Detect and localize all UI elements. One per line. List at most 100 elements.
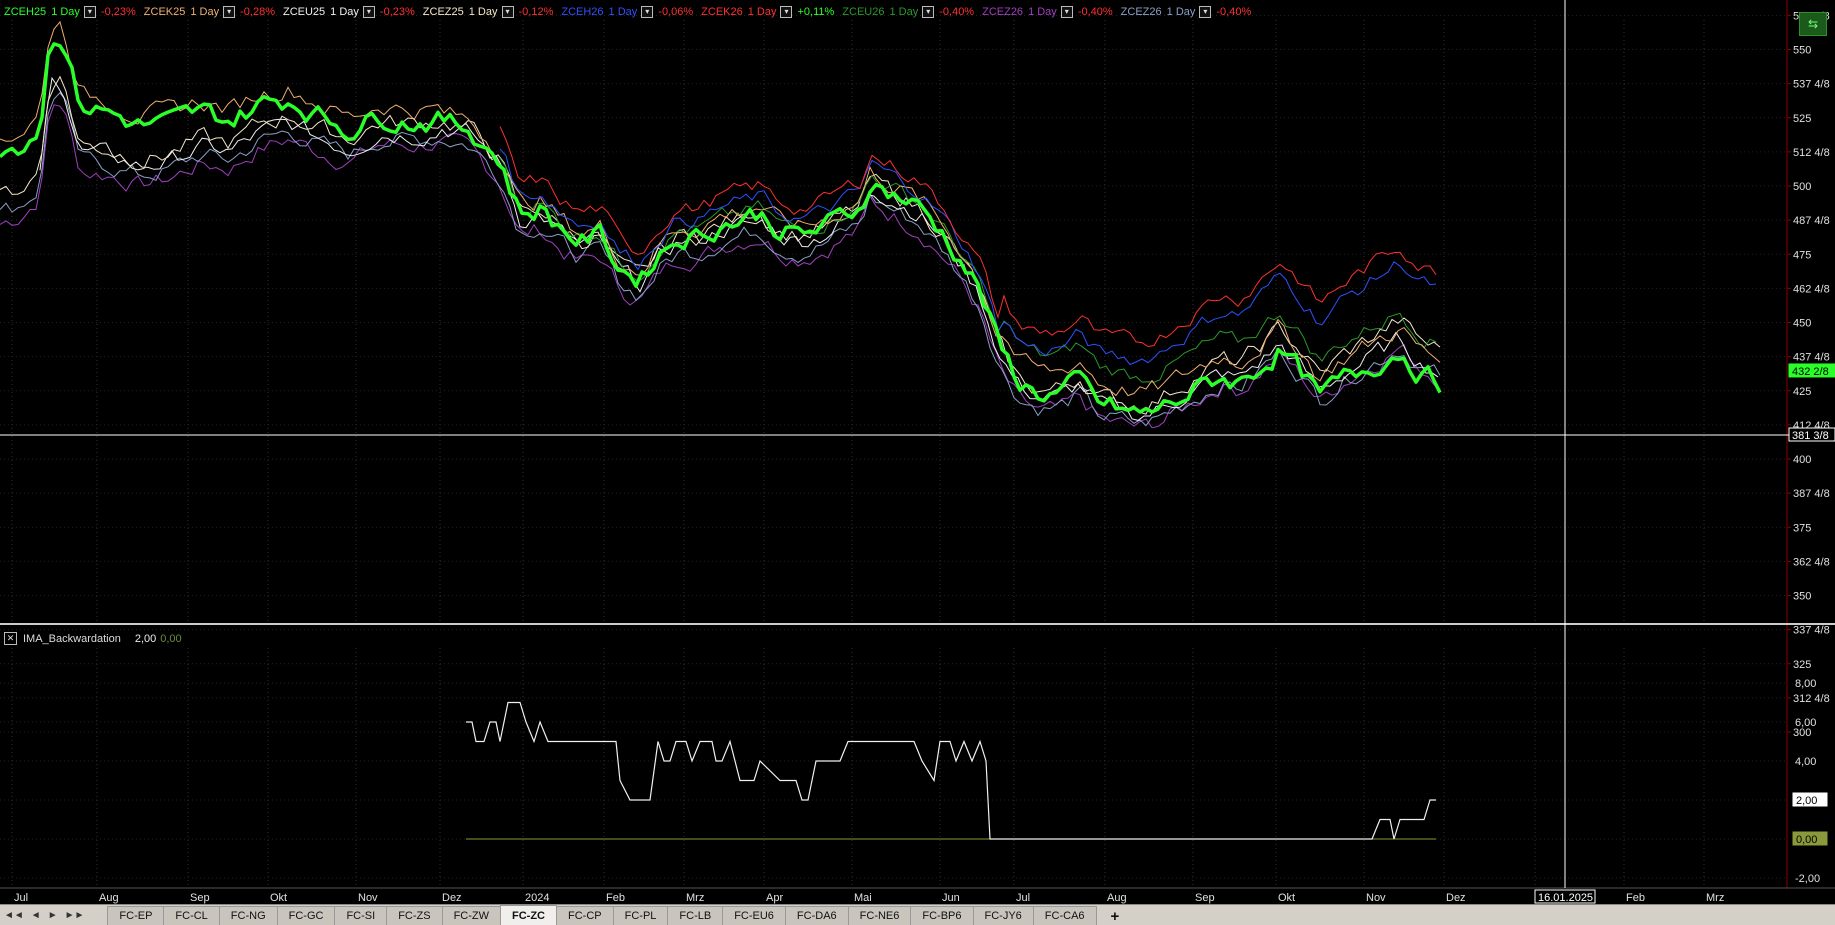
legend-item: ZCEZ26 1 Day ▾ -0,40% xyxy=(982,6,1113,18)
legend-item: ZCEK25 1 Day ▾ -0,28% xyxy=(144,6,275,18)
time-axis-label: Sep xyxy=(1195,892,1215,904)
legend-change: -0,12% xyxy=(518,6,554,18)
legend-item: ZCEZ25 1 Day ▾ -0,12% xyxy=(422,6,554,18)
price-axis-label: 450 xyxy=(1793,318,1811,330)
legend-change: -0,06% xyxy=(658,6,694,18)
price-axis-label: 400 xyxy=(1793,454,1811,466)
time-axis-label: Jun xyxy=(942,892,960,904)
tab-fc-da6[interactable]: FC-DA6 xyxy=(784,906,849,925)
legend-symbol: ZCEZ26 xyxy=(1120,6,1162,18)
legend-interval: 1 Day xyxy=(608,6,638,18)
legend-interval: 1 Day xyxy=(51,6,80,18)
price-axis-label: 500 xyxy=(1793,181,1811,193)
legend-interval: 1 Day xyxy=(1028,6,1057,18)
tab-fc-bp6[interactable]: FC-BP6 xyxy=(910,906,974,925)
legend-dropdown-icon[interactable]: ▾ xyxy=(922,6,935,18)
price-axis-label: 387 4/8 xyxy=(1793,488,1830,500)
indicator-axis-label: 6,00 xyxy=(1795,717,1816,729)
time-axis-label: Sep xyxy=(190,892,210,904)
legend-item: ZCEH26 1 Day ▾ -0,06% xyxy=(561,6,693,18)
legend-dropdown-icon[interactable]: ▾ xyxy=(362,6,375,18)
price-axis-label: 325 xyxy=(1793,659,1811,671)
crosshair-date-label: 16.01.2025 xyxy=(1538,892,1593,904)
tab-fc-ne6[interactable]: FC-NE6 xyxy=(847,906,912,925)
legend-symbol: ZCEZ25 xyxy=(422,6,464,18)
price-axis-label: 375 xyxy=(1793,522,1811,534)
legend-symbol: ZCEU25 xyxy=(282,6,326,18)
price-axis-label: 337 4/8 xyxy=(1793,625,1830,637)
tab-fc-lb[interactable]: FC-LB xyxy=(667,906,724,925)
prev-tab-icon[interactable]: ◄ xyxy=(31,910,41,921)
time-axis-label: 2024 xyxy=(525,892,549,904)
chart-legend: ZCEH25 1 Day ▾ -0,23% ZCEK25 1 Day ▾ -0,28% ZCEU… xyxy=(4,4,1259,20)
tab-fc-jy6[interactable]: FC-JY6 xyxy=(972,906,1034,925)
legend-dropdown-icon[interactable]: ▾ xyxy=(501,6,514,18)
time-axis-label: Mai xyxy=(854,892,872,904)
crosshair-price-label: 381 3/8 xyxy=(1792,430,1829,442)
legend-interval: 1 Day xyxy=(889,6,919,18)
time-axis-label: Dez xyxy=(1446,892,1466,904)
indicator-axis-label: 8,00 xyxy=(1795,678,1816,690)
indicator-axis-label: 4,00 xyxy=(1795,756,1816,768)
legend-dropdown-icon[interactable]: ▾ xyxy=(1060,6,1073,18)
time-axis-label: Jul xyxy=(14,892,28,904)
legend-interval: 1 Day xyxy=(190,6,220,18)
time-axis-label: Feb xyxy=(1626,892,1645,904)
tab-fc-cp[interactable]: FC-CP xyxy=(556,906,614,925)
tab-fc-ca6[interactable]: FC-CA6 xyxy=(1032,906,1097,925)
legend-item: ZCEU25 1 Day ▾ -0,23% xyxy=(283,6,415,18)
chart-canvas[interactable]: 562 4/8550537 4/8525512 4/8500487 4/8475… xyxy=(0,0,1835,904)
add-tab-button[interactable]: + xyxy=(1111,907,1120,925)
price-axis-label: 475 xyxy=(1793,249,1811,261)
legend-item: ZCEK26 1 Day ▾ +0,11% xyxy=(701,6,834,18)
legend-symbol: ZCEK26 xyxy=(701,6,743,18)
price-axis-label: 512 4/8 xyxy=(1793,147,1830,159)
tab-fc-ep[interactable]: FC-EP xyxy=(107,906,165,925)
legend-change: -0,40% xyxy=(1077,6,1113,18)
tab-fc-eu6[interactable]: FC-EU6 xyxy=(722,906,786,925)
legend-dropdown-icon[interactable]: ▾ xyxy=(780,6,793,18)
legend-dropdown-icon[interactable]: ▾ xyxy=(223,6,236,18)
legend-change: -0,28% xyxy=(240,6,275,18)
price-axis-label: 462 4/8 xyxy=(1793,283,1830,295)
price-axis-label: 437 4/8 xyxy=(1793,352,1830,364)
legend-change: -0,40% xyxy=(939,6,975,18)
tab-fc-pl[interactable]: FC-PL xyxy=(612,906,669,925)
legend-item: ZCEZ26 1 Day ▾ -0,40% xyxy=(1120,6,1251,18)
legend-dropdown-icon[interactable]: ▾ xyxy=(1199,6,1212,18)
legend-interval: 1 Day xyxy=(468,6,498,18)
indicator-value-secondary: 0,00 xyxy=(160,632,182,645)
time-axis-label: Nov xyxy=(358,892,378,904)
price-axis-label: 312 4/8 xyxy=(1793,693,1830,705)
price-axis-label: 425 xyxy=(1793,386,1811,398)
tab-fc-ng[interactable]: FC-NG xyxy=(218,906,278,925)
time-axis-label: Mrz xyxy=(686,892,704,904)
time-axis-label: Dez xyxy=(442,892,462,904)
legend-dropdown-icon[interactable]: ▾ xyxy=(641,6,654,18)
tab-fc-si[interactable]: FC-SI xyxy=(334,906,388,925)
indicator-close-icon[interactable]: ✕ xyxy=(4,632,17,645)
indicator-zero-label: 0,00 xyxy=(1796,834,1817,846)
next-tab-icon[interactable]: ► xyxy=(48,910,58,921)
legend-dropdown-icon[interactable]: ▾ xyxy=(83,6,96,18)
legend-change: +0,11% xyxy=(797,6,835,18)
tab-fc-zw[interactable]: FC-ZW xyxy=(441,906,502,925)
tab-fc-zs[interactable]: FC-ZS xyxy=(386,906,443,925)
chart-toolbox-icon[interactable]: ⇆ xyxy=(1799,12,1827,36)
indicator-axis-label: -2,00 xyxy=(1795,873,1820,885)
legend-item: ZCEH25 1 Day ▾ -0,23% xyxy=(4,6,136,18)
tab-fc-gc[interactable]: FC-GC xyxy=(276,906,336,925)
tab-fc-cl[interactable]: FC-CL xyxy=(163,906,220,925)
tab-fc-zc[interactable]: FC-ZC xyxy=(500,905,558,925)
chart-area[interactable]: 562 4/8550537 4/8525512 4/8500487 4/8475… xyxy=(0,0,1835,904)
indicator-current-label: 2,00 xyxy=(1796,795,1817,807)
legend-symbol: ZCEH25 xyxy=(4,6,47,18)
price-axis-label: 350 xyxy=(1793,591,1811,603)
legend-symbol: ZCEZ26 xyxy=(982,6,1024,18)
first-tab-icon[interactable]: ◄◄ xyxy=(4,910,24,921)
workspace-tab-bar: ◄◄ ◄ ► ►► FC-EP FC-CL FC-NG FC-GC FC-SI FC-ZS… xyxy=(0,904,1835,925)
last-tab-icon[interactable]: ►► xyxy=(65,910,85,921)
legend-interval: 1 Day xyxy=(747,6,777,18)
price-axis-label: 487 4/8 xyxy=(1793,215,1830,227)
legend-symbol: ZCEH26 xyxy=(561,6,604,18)
